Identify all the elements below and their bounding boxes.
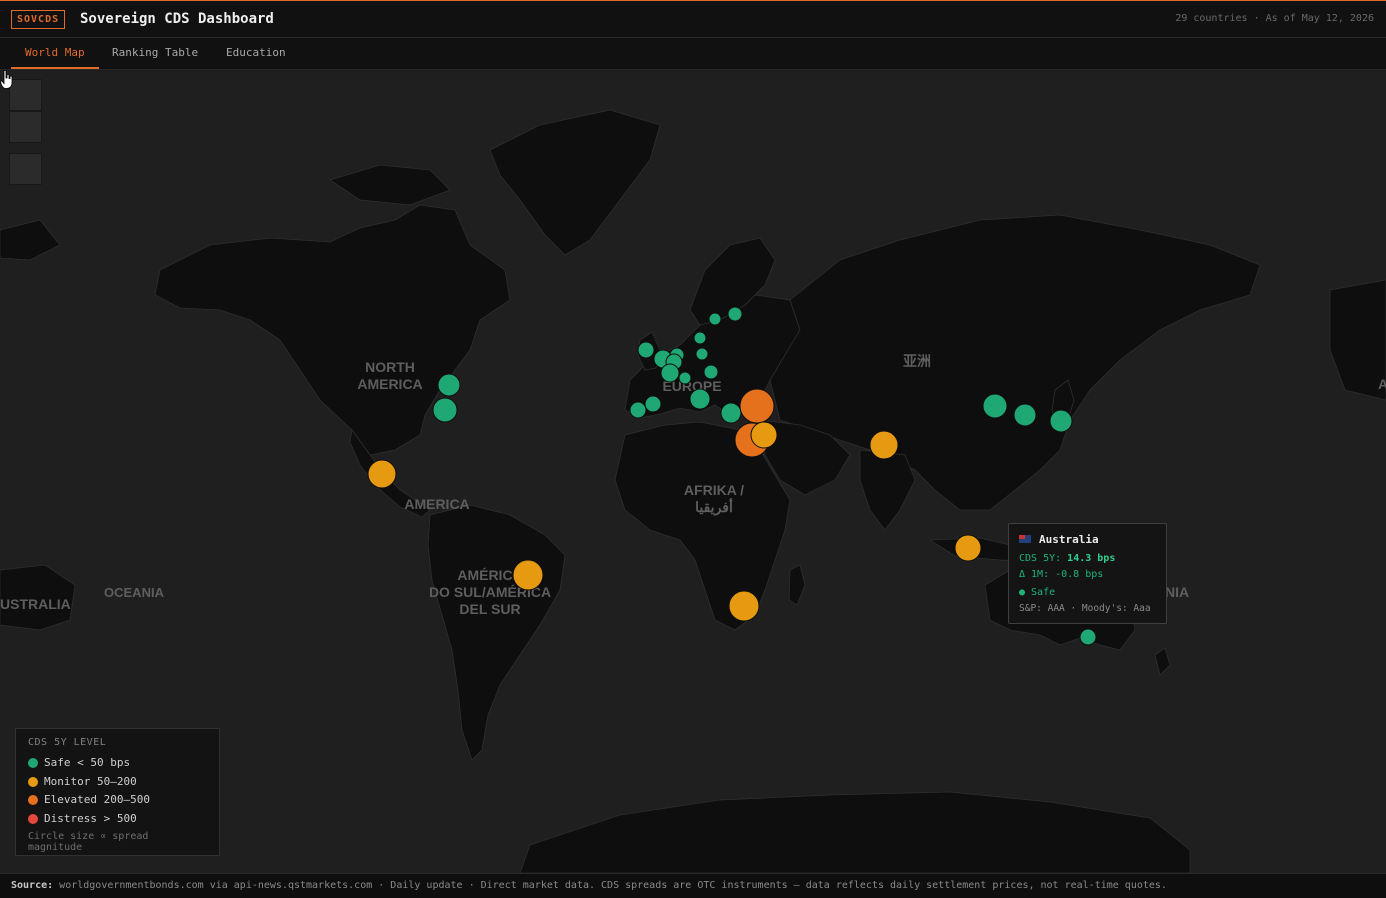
legend-dot-monitor [28, 776, 38, 787]
zoom-out-icon[interactable] [9, 111, 42, 143]
marker-switzerland[interactable] [678, 371, 692, 385]
legend-item-elevated: Elevated 200–500 [28, 791, 207, 810]
marker-austria[interactable] [703, 364, 719, 380]
hand-cursor-icon [0, 70, 13, 89]
country-tooltip: Australia CDS 5Y: 14.3 bps Δ 1M: -0.8 bp… [1008, 523, 1167, 624]
land-madagascar [788, 564, 806, 606]
marker-indonesia[interactable] [954, 534, 982, 562]
marker-japan[interactable] [1049, 409, 1073, 433]
land-arctic-islands [329, 164, 451, 206]
marker-australia[interactable] [1079, 628, 1097, 646]
legend-label-safe: Safe < 50 bps [44, 756, 131, 769]
legend-dot-distress [28, 813, 38, 824]
marker-korea[interactable] [1013, 403, 1037, 427]
app-logo: SOVCDS [11, 10, 66, 29]
label-south-america-3: DEL SUR [459, 601, 520, 617]
marker-india[interactable] [869, 430, 899, 460]
footer: Source: worldgovernmentbonds.com via api… [0, 873, 1386, 898]
marker-south-africa[interactable] [728, 590, 760, 622]
marker-canada[interactable] [437, 373, 461, 397]
tooltip-country: Australia [1039, 532, 1099, 546]
tooltip-cds: CDS 5Y: 14.3 bps [1019, 551, 1156, 567]
header: SOVCDS Sovereign CDS Dashboard 29 countr… [0, 1, 1386, 38]
tab-bar: World Map Ranking Table Education [0, 38, 1386, 70]
land-north-america [154, 204, 511, 456]
marker-brazil[interactable] [512, 559, 544, 591]
australia-flag-icon [1019, 535, 1031, 543]
land-antarctica [519, 791, 1191, 873]
marker-usa[interactable] [432, 397, 458, 423]
legend-item-safe: Safe < 50 bps [28, 754, 207, 773]
land-new-zealand [1154, 647, 1171, 676]
zoom-controls [9, 79, 42, 185]
legend-item-distress: Distress > 500 [28, 810, 207, 829]
reset-view-icon[interactable] [9, 153, 42, 185]
tooltip-delta: Δ 1M: -0.8 bps [1019, 569, 1104, 580]
legend-label-distress: Distress > 500 [44, 811, 137, 825]
legend-label-monitor: Monitor 50–200 [44, 774, 137, 788]
legend-dot-elevated [28, 795, 38, 806]
legend-dot-safe [28, 758, 38, 769]
world-map[interactable]: NORTH AMERICA EUROPE 亚洲 AFRIKA / أفريقيا… [0, 70, 1386, 873]
label-australia-right: NIA [1165, 584, 1189, 600]
tooltip-rating: S&P: AAA · Moody's: Aaa [1019, 603, 1151, 614]
legend-note: Circle size ∝ spread magnitude [28, 831, 149, 853]
marker-turkey[interactable] [739, 388, 775, 424]
land-africa [614, 421, 791, 631]
label-central-america: AMERICA [404, 496, 469, 512]
tab-ranking-table[interactable]: Ranking Table [98, 38, 212, 69]
tab-education[interactable]: Education [212, 38, 300, 69]
legend-item-monitor: Monitor 50–200 [28, 773, 207, 792]
land-south-america [427, 504, 566, 761]
marker-mexico[interactable] [367, 459, 397, 489]
label-africa-1: AFRIKA / [684, 482, 744, 498]
as-of-date: As of May 12, 2026 [1265, 13, 1374, 24]
label-asia: 亚洲 [903, 353, 931, 369]
tooltip-cds-label: CDS 5Y: [1019, 553, 1068, 564]
marker-greece[interactable] [720, 402, 742, 424]
footer-source-label: Source: [11, 880, 54, 891]
marker-israel[interactable] [750, 421, 778, 449]
app-title: Sovereign CDS Dashboard [80, 11, 274, 27]
legend-label-elevated: Elevated 200–500 [44, 793, 150, 806]
marker-italy[interactable] [689, 388, 711, 410]
country-count: 29 countries [1175, 13, 1248, 24]
legend: CDS 5Y LEVEL Safe < 50 bps Monitor 50–20… [15, 728, 220, 856]
footer-text: worldgovernmentbonds.com via api-news.qs… [53, 880, 1167, 891]
marker-spain[interactable] [644, 395, 662, 413]
header-meta: 29 countries · As of May 12, 2026 [1175, 12, 1374, 26]
marker-ireland[interactable] [637, 341, 655, 359]
land-greenland [489, 109, 661, 256]
label-oceania: OCEANIA [104, 585, 165, 600]
legend-title: CDS 5Y LEVEL [28, 737, 107, 748]
meta-separator: · [1247, 13, 1266, 24]
marker-sweden[interactable] [708, 312, 722, 326]
label-north-america-2: AMERICA [357, 376, 422, 392]
label-north-america-1: NORTH [365, 359, 415, 375]
tooltip-cds-value: 14.3 bps [1067, 553, 1116, 564]
marker-germany[interactable] [693, 331, 707, 345]
marker-portugal[interactable] [629, 401, 647, 419]
marker-finland[interactable] [727, 306, 743, 322]
marker-poland[interactable] [695, 347, 709, 361]
label-africa-2: أفريقيا [695, 497, 733, 516]
tooltip-status: ● Safe [1019, 587, 1056, 598]
tab-world-map[interactable]: World Map [11, 38, 99, 69]
tooltip-header: Australia [1019, 531, 1156, 547]
land-west-islands [0, 219, 61, 261]
label-asia-right: A [1378, 376, 1386, 392]
label-australia-left: USTRALIA [0, 596, 71, 612]
marker-china[interactable] [982, 393, 1008, 419]
land-india [859, 449, 916, 531]
marker-france[interactable] [660, 363, 680, 383]
